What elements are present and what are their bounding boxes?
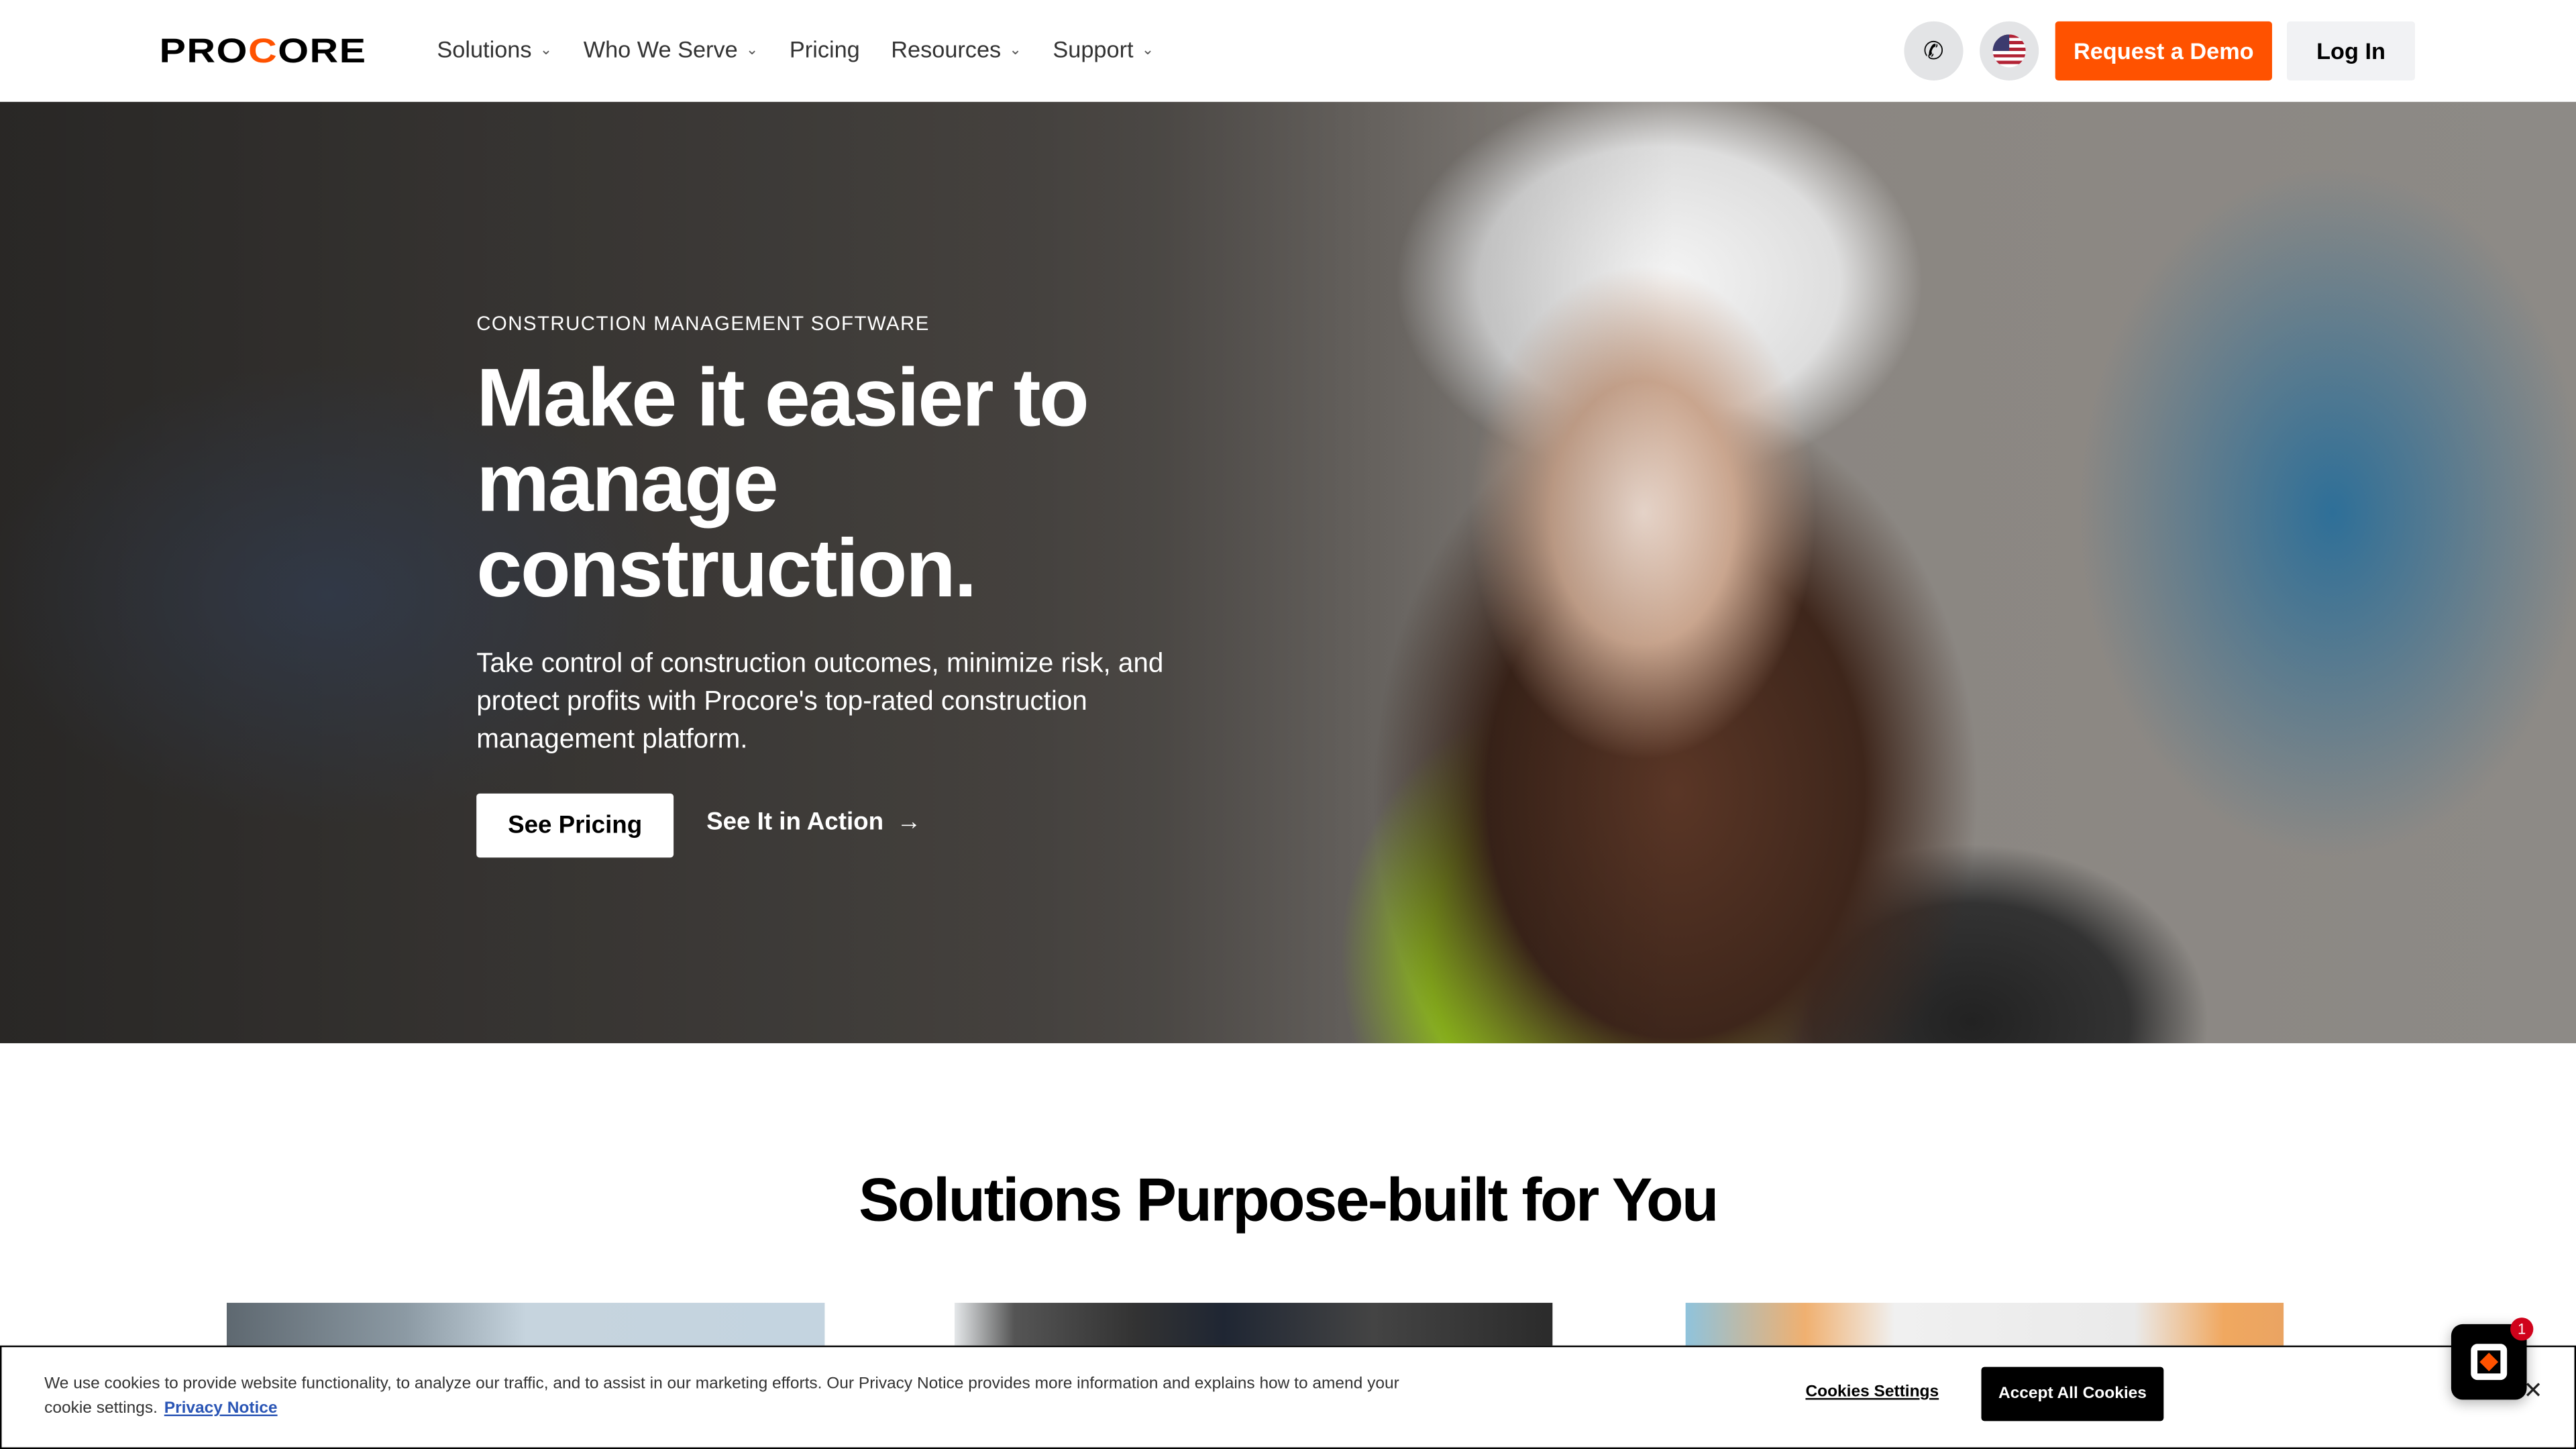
arrow-right-icon: →: [896, 808, 922, 837]
cookie-text: We use cookies to provide website functi…: [44, 1372, 1424, 1421]
privacy-notice-link[interactable]: Privacy Notice: [164, 1400, 278, 1418]
nav-who-we-serve[interactable]: Who We Serve ⌄: [584, 36, 759, 62]
hero-section: CONSTRUCTION MANAGEMENT SOFTWARE Make it…: [0, 101, 2576, 1044]
request-demo-button[interactable]: Request a Demo: [2055, 21, 2272, 81]
chevron-down-icon: ⌄: [1009, 40, 1022, 57]
us-flag-icon: [1992, 34, 2026, 68]
main-nav: Solutions ⌄ Who We Serve ⌄ Pricing Resourc…: [437, 36, 1185, 62]
solutions-heading: Solutions Purpose-built for You: [859, 1166, 1719, 1234]
chevron-down-icon: ⌄: [539, 40, 553, 57]
solution-card-image[interactable]: [1685, 1303, 2284, 1352]
nav-label: Who We Serve: [583, 36, 738, 63]
solution-card-image[interactable]: [226, 1303, 825, 1352]
nav-resources[interactable]: Resources ⌄: [891, 36, 1022, 62]
link-label: See It in Action: [706, 808, 884, 837]
solution-card-image[interactable]: [954, 1303, 1553, 1352]
chevron-down-icon: ⌄: [1141, 40, 1155, 57]
language-button[interactable]: [1980, 21, 2039, 81]
logo-text-accent: C: [248, 32, 278, 71]
see-pricing-button[interactable]: See Pricing: [476, 793, 674, 858]
site-header: PROCORE Solutions ⌄ Who We Serve ⌄ Pricing…: [0, 0, 2576, 102]
nav-label: Resources: [891, 36, 1002, 63]
nav-support[interactable]: Support ⌄: [1053, 36, 1154, 62]
nav-label: Support: [1053, 36, 1134, 63]
hero-image-overlay: [0, 101, 2576, 1044]
see-it-in-action-link[interactable]: See It in Action →: [706, 808, 921, 837]
accept-all-cookies-button[interactable]: Accept All Cookies: [1981, 1366, 2164, 1421]
logo-text: PRO: [159, 32, 248, 71]
nav-label: Pricing: [789, 36, 860, 63]
chevron-down-icon: ⌄: [745, 40, 759, 57]
hero-title: Make it easier to manage construction.: [476, 352, 1089, 614]
cookies-settings-button[interactable]: Cookies Settings: [1805, 1383, 1939, 1401]
nav-solutions[interactable]: Solutions ⌄: [437, 36, 552, 62]
phone-icon: ✆: [1923, 38, 1944, 66]
hero-subtitle: Take control of construction outcomes, m…: [476, 649, 1164, 755]
procore-logo[interactable]: PROCORE: [160, 33, 367, 72]
hero-eyebrow: CONSTRUCTION MANAGEMENT SOFTWARE: [476, 312, 930, 335]
nav-label: Solutions: [437, 36, 532, 63]
login-button[interactable]: Log In: [2287, 21, 2416, 81]
notification-badge: 1: [2510, 1318, 2534, 1341]
phone-button[interactable]: ✆: [1904, 21, 1964, 81]
procore-chat-icon: [2471, 1344, 2508, 1381]
nav-pricing[interactable]: Pricing: [790, 36, 860, 62]
logo-text: ORE: [278, 32, 367, 71]
cookie-banner: We use cookies to provide website functi…: [0, 1345, 2576, 1449]
